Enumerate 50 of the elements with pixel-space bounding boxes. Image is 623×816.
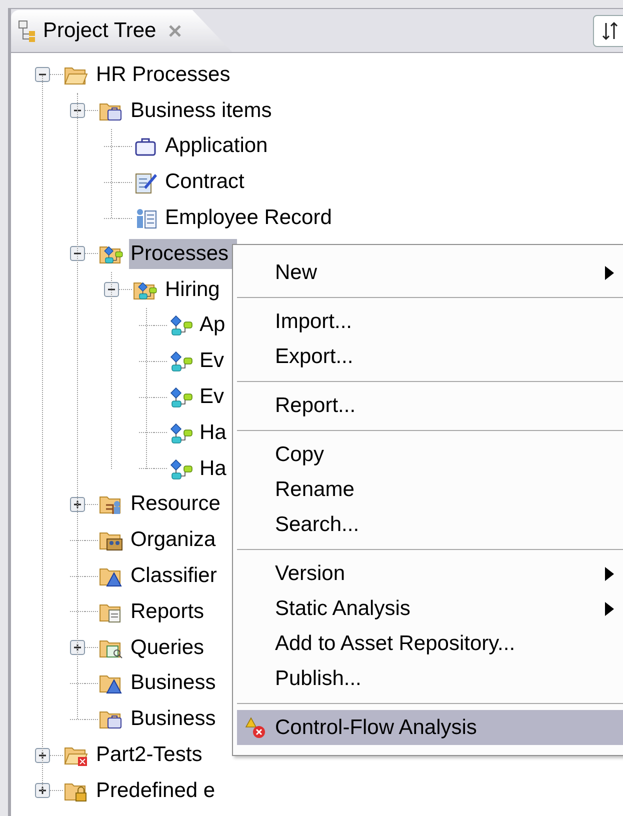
- view-tab[interactable]: Project Tree: [11, 10, 232, 52]
- menu-item[interactable]: Version: [237, 556, 623, 591]
- menu-item[interactable]: Import...: [237, 304, 623, 339]
- expand-toggle[interactable]: [35, 748, 50, 763]
- expand-toggle[interactable]: [70, 640, 84, 656]
- tree-item[interactable]: Reports: [128, 596, 206, 627]
- menu-item[interactable]: Static Analysis: [237, 591, 623, 626]
- tree-item[interactable]: Classifier: [128, 561, 219, 592]
- tree-item[interactable]: Business: [128, 704, 218, 734]
- expand-toggle[interactable]: [70, 496, 84, 512]
- collapse-toggle[interactable]: [35, 67, 50, 82]
- menu-item[interactable]: Export...: [237, 339, 623, 374]
- sort-icon: [602, 21, 618, 41]
- expand-toggle[interactable]: [35, 783, 50, 798]
- collapse-toggle[interactable]: [104, 282, 119, 298]
- tree-item[interactable]: Ap: [198, 310, 228, 340]
- menu-item[interactable]: Report...: [237, 388, 623, 423]
- close-icon[interactable]: [168, 24, 182, 38]
- warning-error-icon: [245, 716, 267, 738]
- collapse-toggle[interactable]: [70, 103, 84, 118]
- menu-item[interactable]: Publish...: [237, 661, 623, 696]
- submenu-arrow-icon: [605, 602, 614, 616]
- tree-item[interactable]: Organiza: [128, 525, 218, 556]
- submenu-arrow-icon: [605, 566, 614, 580]
- tree-item[interactable]: Ha: [198, 418, 228, 448]
- menu-item[interactable]: Rename: [237, 472, 623, 507]
- tree-item[interactable]: Queries: [128, 632, 206, 663]
- submenu-arrow-icon: [605, 266, 614, 280]
- tree-item[interactable]: Employee Record: [163, 203, 334, 234]
- tree-item[interactable]: Predefined e: [94, 776, 218, 806]
- tree-item[interactable]: Ha: [198, 454, 228, 484]
- tree-item[interactable]: Processes: [128, 238, 237, 269]
- collapse-toggle[interactable]: [70, 246, 84, 262]
- sort-button[interactable]: [593, 15, 623, 47]
- tree-item[interactable]: Hiring: [163, 274, 222, 305]
- tree-item[interactable]: Ev: [198, 346, 226, 376]
- tree-item[interactable]: Business: [128, 668, 218, 698]
- menu-item[interactable]: New: [237, 255, 623, 290]
- tree-item[interactable]: Contract: [163, 167, 246, 198]
- tree-item[interactable]: Ev: [198, 382, 226, 412]
- view-title: Project Tree: [43, 18, 156, 44]
- tree-item[interactable]: Business items: [128, 96, 274, 126]
- menu-item[interactable]: Control-Flow Analysis: [237, 710, 623, 745]
- tree-item[interactable]: Application: [163, 131, 270, 162]
- menu-item[interactable]: Add to Asset Repository...: [237, 626, 623, 661]
- menu-item[interactable]: Copy: [237, 437, 623, 472]
- tree-item[interactable]: HR Processes: [94, 60, 232, 90]
- menu-item[interactable]: Search...: [237, 507, 623, 542]
- tree-item[interactable]: Part2-Tests: [94, 740, 204, 770]
- tree-item[interactable]: Resource: [128, 489, 222, 520]
